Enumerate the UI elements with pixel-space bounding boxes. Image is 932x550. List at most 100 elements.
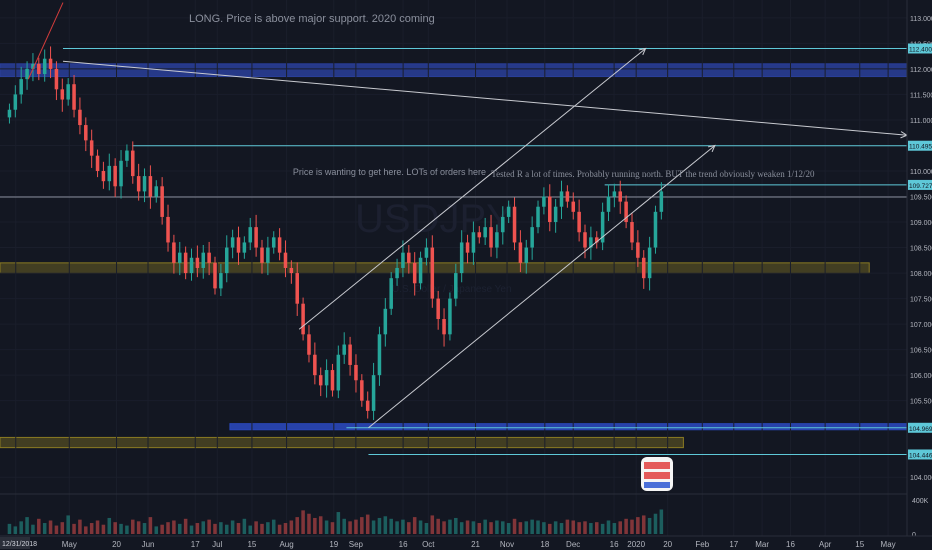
candle-body — [318, 375, 323, 386]
price-tick-label: 112.000 — [910, 67, 932, 74]
candle-body — [641, 257, 646, 279]
volume-bar — [13, 526, 18, 534]
candle-body — [495, 232, 499, 248]
candle-body — [512, 206, 517, 243]
volume-bar — [178, 523, 182, 534]
volume-bar — [383, 516, 388, 534]
volume-bar — [78, 519, 82, 534]
volume-bar — [641, 515, 646, 534]
candle-body — [242, 242, 247, 253]
candle-body — [477, 232, 482, 238]
candle-body — [553, 206, 558, 223]
volume-bar — [195, 523, 200, 534]
volume-bar — [42, 523, 47, 534]
volume-bar — [125, 525, 129, 534]
candle-body — [142, 176, 147, 192]
logo-stripe — [644, 482, 670, 488]
volume-bar — [236, 523, 241, 534]
time-tick-label: 17 — [729, 540, 738, 549]
candle-body — [336, 354, 341, 391]
candle-body — [430, 247, 435, 299]
candle-body — [565, 191, 570, 202]
logo-stripe — [644, 462, 670, 469]
time-tick-label: Feb — [695, 540, 709, 549]
candle-body — [172, 242, 176, 263]
candle-body — [48, 58, 53, 69]
volume-bar — [31, 524, 35, 534]
volume-bar — [489, 522, 493, 534]
candle-body — [148, 176, 153, 197]
volume-bar — [95, 520, 100, 534]
volume-bar — [72, 523, 76, 534]
volume-bar — [418, 520, 423, 534]
volume-bar — [483, 519, 487, 534]
candle-body — [113, 165, 117, 187]
candle-body — [459, 242, 464, 274]
level-price-tag-label: 104.446 — [909, 452, 932, 459]
candle-body — [636, 242, 640, 258]
candle-body — [506, 206, 511, 217]
volume-bar — [54, 525, 59, 534]
candle-body — [424, 247, 429, 258]
candle-body — [583, 232, 587, 248]
candle-body — [542, 196, 546, 207]
time-tick-label: 20 — [663, 540, 672, 549]
volume-bar — [136, 521, 141, 534]
candle-body — [536, 206, 540, 228]
volume-bar — [512, 518, 517, 534]
candle-body — [348, 344, 352, 365]
volume-bar — [530, 519, 534, 534]
volume-bar — [377, 517, 382, 534]
volume-bar — [477, 523, 482, 534]
volume-bar — [577, 522, 581, 534]
volume-bar — [371, 520, 376, 534]
candle-body — [407, 252, 411, 263]
chart-annotation: LONG. Price is above major support. 2020… — [189, 13, 435, 25]
volume-bar — [131, 519, 135, 534]
chart-annotation: Tested R a lot of times. Probably runnin… — [491, 169, 815, 179]
volume-bar — [559, 523, 564, 534]
volume-bar — [389, 518, 393, 534]
candle-body — [653, 211, 658, 248]
level-price-tag-label: 110.495 — [909, 144, 932, 151]
volume-bar — [659, 509, 664, 534]
volume-bar — [548, 523, 552, 534]
volume-bar — [624, 518, 628, 534]
candle-body — [324, 370, 329, 386]
candle-body — [518, 242, 523, 263]
price-tick-label: 104.000 — [910, 475, 932, 482]
level-price-tag-label: 112.400 — [909, 46, 932, 53]
volume-bar — [365, 514, 370, 534]
volume-bar — [395, 521, 399, 534]
candle-body — [289, 267, 294, 274]
candle-body — [577, 211, 581, 233]
candle-body — [72, 84, 76, 110]
volume-bar — [172, 520, 176, 534]
volume-bar — [324, 520, 329, 534]
chart-background — [0, 0, 932, 550]
candle-body — [54, 68, 59, 90]
tradingview-logo[interactable] — [641, 457, 673, 491]
price-tick-label: 113.000 — [910, 16, 932, 23]
time-tick-label: Aug — [279, 540, 293, 549]
volume-bar — [283, 523, 288, 534]
candle-body — [448, 298, 452, 335]
volume-bar — [442, 521, 446, 534]
volume-bar — [536, 520, 540, 534]
candle-body — [301, 303, 305, 335]
volume-bar — [277, 524, 282, 534]
candle-body — [365, 400, 370, 411]
candle-body — [471, 232, 476, 253]
volume-bar — [166, 522, 170, 534]
volume-bar — [401, 519, 405, 534]
price-chart[interactable]: USDJPY U.S. Dollar / Japanese Yen LONG. … — [0, 0, 932, 550]
candle-body — [383, 308, 388, 335]
candle-body — [501, 216, 505, 233]
volume-bar — [354, 519, 358, 534]
volume-bar — [436, 518, 440, 534]
time-tick-label: Nov — [500, 540, 514, 549]
candle-body — [283, 252, 288, 268]
volume-bar — [424, 523, 429, 534]
volume-bar — [60, 522, 65, 534]
volume-bar — [101, 524, 106, 534]
